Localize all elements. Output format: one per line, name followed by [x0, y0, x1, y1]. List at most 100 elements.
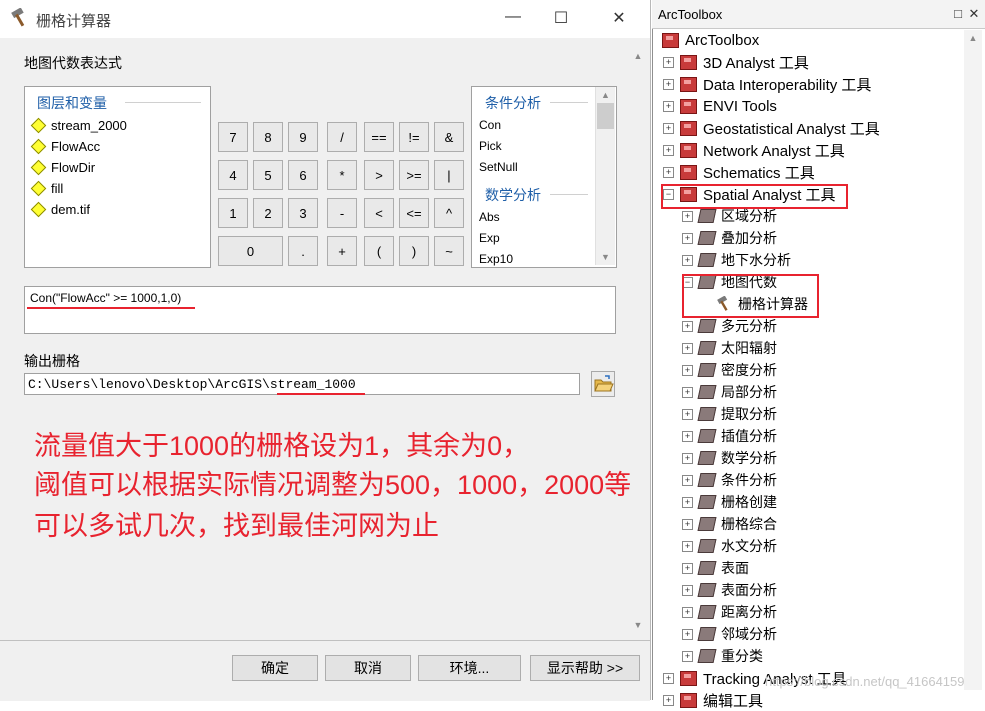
expand-icon[interactable]: +: [663, 694, 674, 706]
layer-item[interactable]: dem.tif: [30, 199, 90, 219]
expand-icon[interactable]: +: [682, 496, 693, 508]
toolset-item[interactable]: + 区域分析: [682, 205, 777, 227]
expand-icon[interactable]: +: [663, 144, 674, 156]
scroll-up-icon[interactable]: ▲: [596, 87, 615, 103]
expand-icon[interactable]: +: [682, 540, 693, 552]
key-4[interactable]: 4: [218, 160, 248, 190]
key-9[interactable]: 9: [288, 122, 318, 152]
expand-icon[interactable]: +: [682, 628, 693, 640]
toolbox-item[interactable]: + Data Interoperability 工具: [663, 73, 871, 95]
scroll-down-icon[interactable]: ▼: [630, 617, 646, 633]
expand-icon[interactable]: +: [682, 320, 693, 332]
toolset-item[interactable]: + 栅格综合: [682, 513, 777, 535]
function-item[interactable]: Abs: [479, 210, 500, 224]
scroll-down-icon[interactable]: ▼: [596, 249, 615, 265]
expand-icon[interactable]: +: [682, 342, 693, 354]
dialog-scrollbar[interactable]: ▲ ▼: [630, 48, 646, 633]
toolbox-item[interactable]: + Geostatistical Analyst 工具: [663, 117, 880, 139]
close-button[interactable]: ✕: [604, 8, 634, 30]
minimize-button[interactable]: —: [498, 8, 528, 30]
toolbox-item[interactable]: +3D Analyst 工具: [663, 51, 809, 73]
expand-icon[interactable]: +: [663, 672, 674, 684]
toolset-item[interactable]: + 地下水分析: [682, 249, 791, 271]
pin-icon[interactable]: □: [950, 6, 966, 21]
key-less[interactable]: <: [364, 198, 394, 228]
expand-icon[interactable]: +: [682, 584, 693, 596]
toolbox-item[interactable]: + ENVI Tools: [663, 95, 777, 117]
browse-folder-button[interactable]: [591, 371, 615, 397]
key-3[interactable]: 3: [288, 198, 318, 228]
cancel-button[interactable]: 取消: [325, 655, 411, 681]
key-5[interactable]: 5: [253, 160, 283, 190]
expand-icon[interactable]: +: [663, 122, 674, 134]
scroll-up-icon[interactable]: ▲: [964, 30, 982, 46]
expand-icon[interactable]: +: [682, 474, 693, 486]
key-open-paren[interactable]: (: [364, 236, 394, 266]
ok-button[interactable]: 确定: [232, 655, 318, 681]
toolset-item[interactable]: + 叠加分析: [682, 227, 777, 249]
scroll-thumb[interactable]: [597, 103, 614, 129]
key-greater-equal[interactable]: >=: [399, 160, 429, 190]
toolset-item[interactable]: + 局部分析: [682, 381, 777, 403]
key-8[interactable]: 8: [253, 122, 283, 152]
key-xor[interactable]: ^: [434, 198, 464, 228]
key-7[interactable]: 7: [218, 122, 248, 152]
key-equal[interactable]: ==: [364, 122, 394, 152]
expand-icon[interactable]: +: [663, 166, 674, 178]
output-raster-input[interactable]: C:\Users\lenovo\Desktop\ArcGIS\stream_10…: [24, 373, 580, 395]
tree-root[interactable]: ArcToolbox: [662, 29, 759, 51]
key-1[interactable]: 1: [218, 198, 248, 228]
toolset-item[interactable]: + 数学分析: [682, 447, 777, 469]
expand-icon[interactable]: +: [682, 606, 693, 618]
key-close-paren[interactable]: ): [399, 236, 429, 266]
key-multiply[interactable]: *: [327, 160, 357, 190]
key-minus[interactable]: -: [327, 198, 357, 228]
key-plus[interactable]: +: [327, 236, 357, 266]
function-item[interactable]: Exp10: [479, 252, 513, 266]
expand-icon[interactable]: +: [682, 232, 693, 244]
function-item[interactable]: SetNull: [479, 160, 518, 174]
expand-icon[interactable]: +: [682, 408, 693, 420]
layer-item[interactable]: FlowAcc: [30, 136, 100, 156]
layer-item[interactable]: FlowDir: [30, 157, 95, 177]
key-not-equal[interactable]: !=: [399, 122, 429, 152]
expand-icon[interactable]: +: [682, 562, 693, 574]
expand-icon[interactable]: +: [663, 56, 674, 68]
toolbox-item[interactable]: + Schematics 工具: [663, 161, 815, 183]
toolbox-item[interactable]: + Network Analyst 工具: [663, 139, 845, 161]
environments-button[interactable]: 环境...: [418, 655, 521, 681]
toolset-item[interactable]: + 水文分析: [682, 535, 777, 557]
close-icon[interactable]: ✕: [966, 6, 982, 22]
function-item[interactable]: Con: [479, 118, 501, 132]
layer-item[interactable]: fill: [30, 178, 63, 198]
toolset-item[interactable]: + 距离分析: [682, 601, 777, 623]
scroll-up-icon[interactable]: ▲: [630, 48, 646, 64]
functions-scrollbar[interactable]: ▲ ▼: [595, 87, 615, 265]
key-0[interactable]: 0: [218, 236, 283, 266]
toolset-item[interactable]: + 多元分析: [682, 315, 777, 337]
toolbox-item[interactable]: + 编辑工具: [663, 689, 763, 711]
toolset-item[interactable]: + 栅格创建: [682, 491, 777, 513]
key-or[interactable]: |: [434, 160, 464, 190]
key-2[interactable]: 2: [253, 198, 283, 228]
key-not[interactable]: ~: [434, 236, 464, 266]
expand-icon[interactable]: +: [682, 650, 693, 662]
expand-icon[interactable]: +: [682, 518, 693, 530]
key-divide[interactable]: /: [327, 122, 357, 152]
key-greater[interactable]: >: [364, 160, 394, 190]
maximize-button[interactable]: ☐: [546, 8, 576, 30]
layers-variables-list[interactable]: 图层和变量 stream_2000 FlowAcc FlowDir fill d…: [24, 86, 211, 268]
toolset-item[interactable]: + 表面: [682, 557, 749, 579]
layer-item[interactable]: stream_2000: [30, 115, 127, 135]
toolset-item[interactable]: + 密度分析: [682, 359, 777, 381]
expand-icon[interactable]: +: [682, 364, 693, 376]
key-and[interactable]: &: [434, 122, 464, 152]
toolset-item[interactable]: + 条件分析: [682, 469, 777, 491]
toolset-item[interactable]: + 重分类: [682, 645, 763, 667]
toolset-item[interactable]: + 插值分析: [682, 425, 777, 447]
toolset-item[interactable]: + 邻域分析: [682, 623, 777, 645]
key-decimal[interactable]: .: [288, 236, 318, 266]
expand-icon[interactable]: +: [682, 254, 693, 266]
expand-icon[interactable]: +: [682, 386, 693, 398]
toolset-item[interactable]: + 提取分析: [682, 403, 777, 425]
